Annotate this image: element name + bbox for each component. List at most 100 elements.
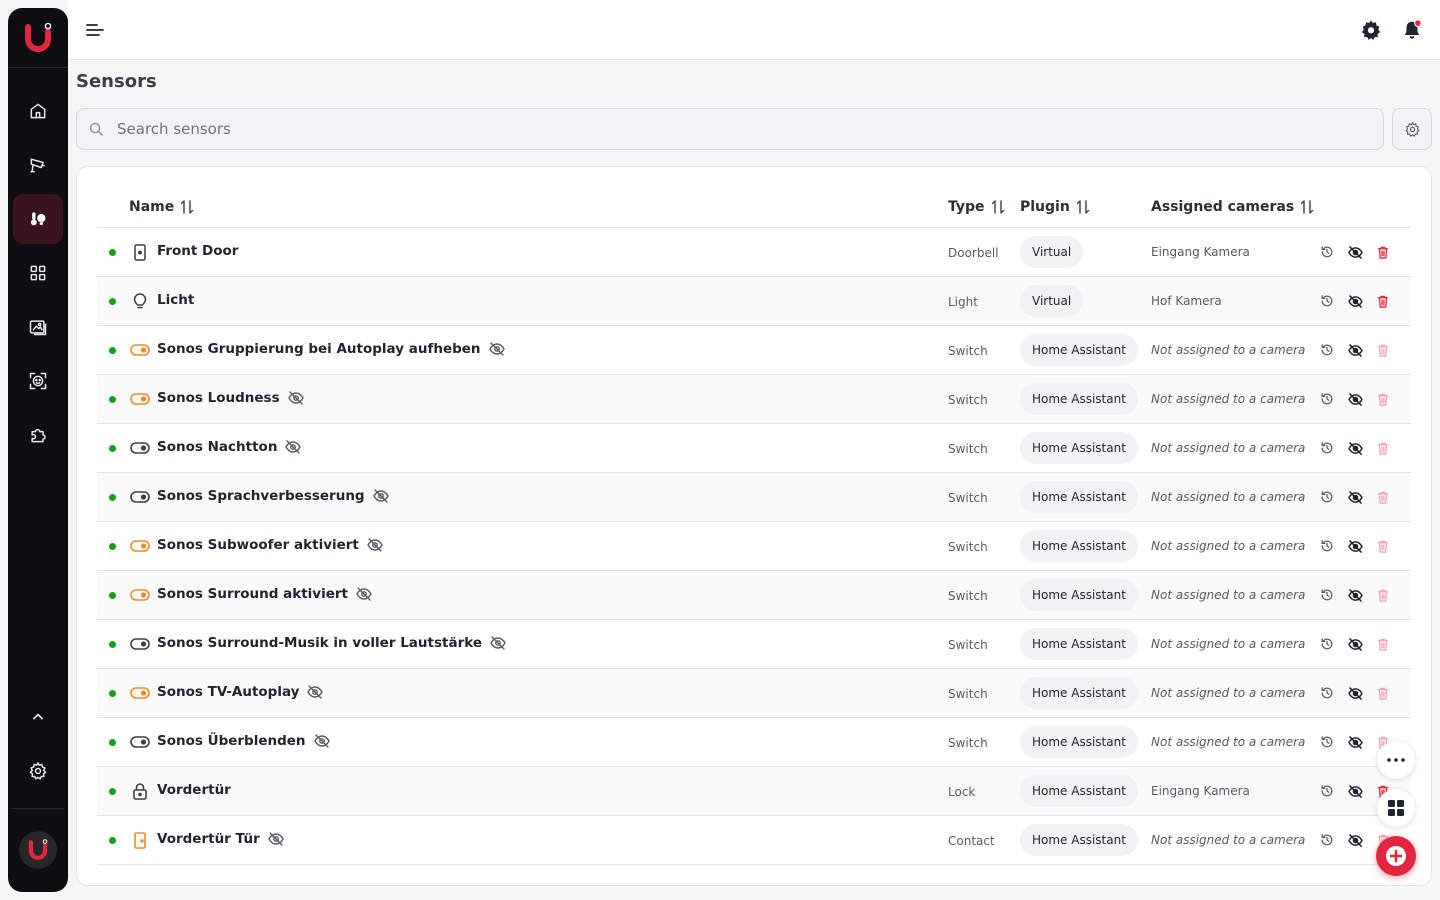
search-settings-button[interactable] (1392, 108, 1432, 150)
toggle-visibility-button[interactable] (1347, 342, 1363, 358)
history-button[interactable] (1319, 636, 1335, 652)
toggle-visibility-button[interactable] (1347, 489, 1363, 505)
sensor-name[interactable]: Front Door (157, 243, 238, 259)
status-online-dot (109, 592, 116, 599)
toggle-visibility-button[interactable] (1347, 587, 1363, 603)
plugin-badge: Home Assistant (1020, 334, 1138, 366)
history-button[interactable] (1319, 587, 1335, 603)
sidebar-item-gallery[interactable] (13, 302, 63, 352)
sensor-name[interactable]: Sonos Subwoofer aktiviert (157, 537, 383, 553)
history-button[interactable] (1319, 489, 1335, 505)
table-row[interactable]: Sonos Loudness Switch Home Assistant Not as… (97, 375, 1411, 424)
history-button[interactable] (1319, 293, 1335, 309)
collapse-button[interactable] (13, 692, 63, 742)
table-row[interactable]: Sonos Nachtton Switch Home Assistant Not as… (97, 424, 1411, 473)
sensor-name[interactable]: Licht (157, 292, 194, 308)
settings-button[interactable] (1359, 18, 1383, 42)
table-row[interactable]: Sonos Gruppierung bei Autoplay aufheben S… (97, 326, 1411, 375)
search-input[interactable] (117, 109, 1357, 149)
table-row[interactable]: Sonos Sprachverbesserung Switch Home Assis… (97, 473, 1411, 522)
sensor-type: Switch (948, 540, 988, 554)
column-header-type[interactable]: Type (948, 199, 1005, 215)
eye-off-icon (1347, 245, 1363, 259)
eye-off-icon (1347, 686, 1363, 700)
logo-icon (25, 22, 52, 52)
history-button[interactable] (1319, 391, 1335, 407)
column-header-cameras[interactable]: Assigned cameras (1151, 199, 1314, 215)
history-button[interactable] (1319, 538, 1335, 554)
toggle-visibility-button[interactable] (1347, 391, 1363, 407)
delete-button[interactable] (1375, 538, 1391, 554)
table-row[interactable]: Sonos Surround aktiviert Switch Home Assis… (97, 571, 1411, 620)
toggle-visibility-button[interactable] (1347, 783, 1363, 799)
history-button[interactable] (1319, 734, 1335, 750)
delete-button[interactable] (1375, 293, 1391, 309)
table-row[interactable]: Sonos Subwoofer aktiviert Switch Home Assi… (97, 522, 1411, 571)
delete-button[interactable] (1375, 685, 1391, 701)
sidebar-item-faces[interactable] (13, 356, 63, 406)
toggle-visibility-button[interactable] (1347, 244, 1363, 260)
add-sensor-button[interactable] (1376, 836, 1416, 876)
sidebar-item-settings[interactable] (13, 746, 63, 796)
history-button[interactable] (1319, 342, 1335, 358)
sensor-name[interactable]: Sonos Loudness (157, 390, 304, 406)
column-header-plugin[interactable]: Plugin (1020, 199, 1090, 215)
sensor-name[interactable]: Sonos Sprachverbesserung (157, 488, 389, 504)
history-icon (1320, 392, 1334, 406)
history-button[interactable] (1319, 685, 1335, 701)
table-row[interactable]: Vordertür Tür Contact Home Assistant Not as… (97, 816, 1411, 865)
delete-button[interactable] (1375, 342, 1391, 358)
toggle-visibility-button[interactable] (1347, 734, 1363, 750)
delete-button[interactable] (1375, 391, 1391, 407)
view-grid-button[interactable] (1377, 789, 1415, 827)
eye-off-icon (1347, 343, 1363, 357)
sidebar-item-cameras[interactable] (13, 140, 63, 190)
sidebar-item-home[interactable] (13, 86, 63, 136)
toggle-visibility-button[interactable] (1347, 832, 1363, 848)
delete-button[interactable] (1375, 636, 1391, 652)
app-logo[interactable] (8, 8, 68, 68)
table-row[interactable]: Sonos Surround-Musik in voller Lautstärk… (97, 620, 1411, 669)
sensor-name[interactable]: Sonos Surround aktiviert (157, 586, 372, 602)
toggle-visibility-button[interactable] (1347, 685, 1363, 701)
table-row[interactable]: Sonos TV-Autoplay Switch Home Assistant Not… (97, 669, 1411, 718)
history-button[interactable] (1319, 440, 1335, 456)
status-online-dot (109, 641, 116, 648)
sensor-name[interactable]: Sonos Überblenden (157, 733, 330, 749)
delete-button[interactable] (1375, 244, 1391, 260)
toggle-visibility-button[interactable] (1347, 538, 1363, 554)
toggle-visibility-button[interactable] (1347, 440, 1363, 456)
table-row[interactable]: Vordertür Lock Home Assistant Eingang Kamer… (97, 767, 1411, 816)
switch-off-icon (130, 488, 150, 506)
delete-button[interactable] (1375, 489, 1391, 505)
sidebar-item-plugins[interactable] (13, 410, 63, 460)
more-actions-button[interactable] (1377, 741, 1415, 779)
delete-button[interactable] (1375, 587, 1391, 603)
sensor-name[interactable]: Vordertür (157, 782, 231, 798)
history-button[interactable] (1319, 783, 1335, 799)
table-row[interactable]: Sonos Überblenden Switch Home Assistant Not… (97, 718, 1411, 767)
sensor-name[interactable]: Vordertür Tür (157, 831, 284, 847)
sensor-name[interactable]: Sonos Nachtton (157, 439, 302, 455)
toggle-visibility-button[interactable] (1347, 636, 1363, 652)
sensor-name[interactable]: Sonos Surround-Musik in voller Lautstärk… (157, 635, 506, 651)
hidden-eye-off-icon (367, 538, 383, 552)
avatar[interactable] (19, 831, 57, 869)
history-button[interactable] (1319, 244, 1335, 260)
topbar (68, 0, 1440, 60)
sensor-name[interactable]: Sonos TV-Autoplay (157, 684, 324, 700)
sort-icon (991, 200, 1004, 214)
menu-toggle-button[interactable] (83, 18, 107, 42)
column-header-name[interactable]: Name (129, 199, 194, 215)
trash-icon (1377, 638, 1389, 651)
toggle-visibility-button[interactable] (1347, 293, 1363, 309)
sidebar-item-sensors[interactable] (13, 194, 63, 244)
table-row[interactable]: Licht Light Virtual Hof Kamera (97, 277, 1411, 326)
eye-off-icon (1347, 637, 1363, 651)
delete-button[interactable] (1375, 440, 1391, 456)
sidebar-item-dashboard[interactable] (13, 248, 63, 298)
table-row[interactable]: Front Door Doorbell Virtual Eingang Kamera (97, 228, 1411, 277)
sensor-name[interactable]: Sonos Gruppierung bei Autoplay aufheben (157, 341, 505, 357)
history-button[interactable] (1319, 832, 1335, 848)
notifications-button[interactable] (1400, 18, 1424, 42)
